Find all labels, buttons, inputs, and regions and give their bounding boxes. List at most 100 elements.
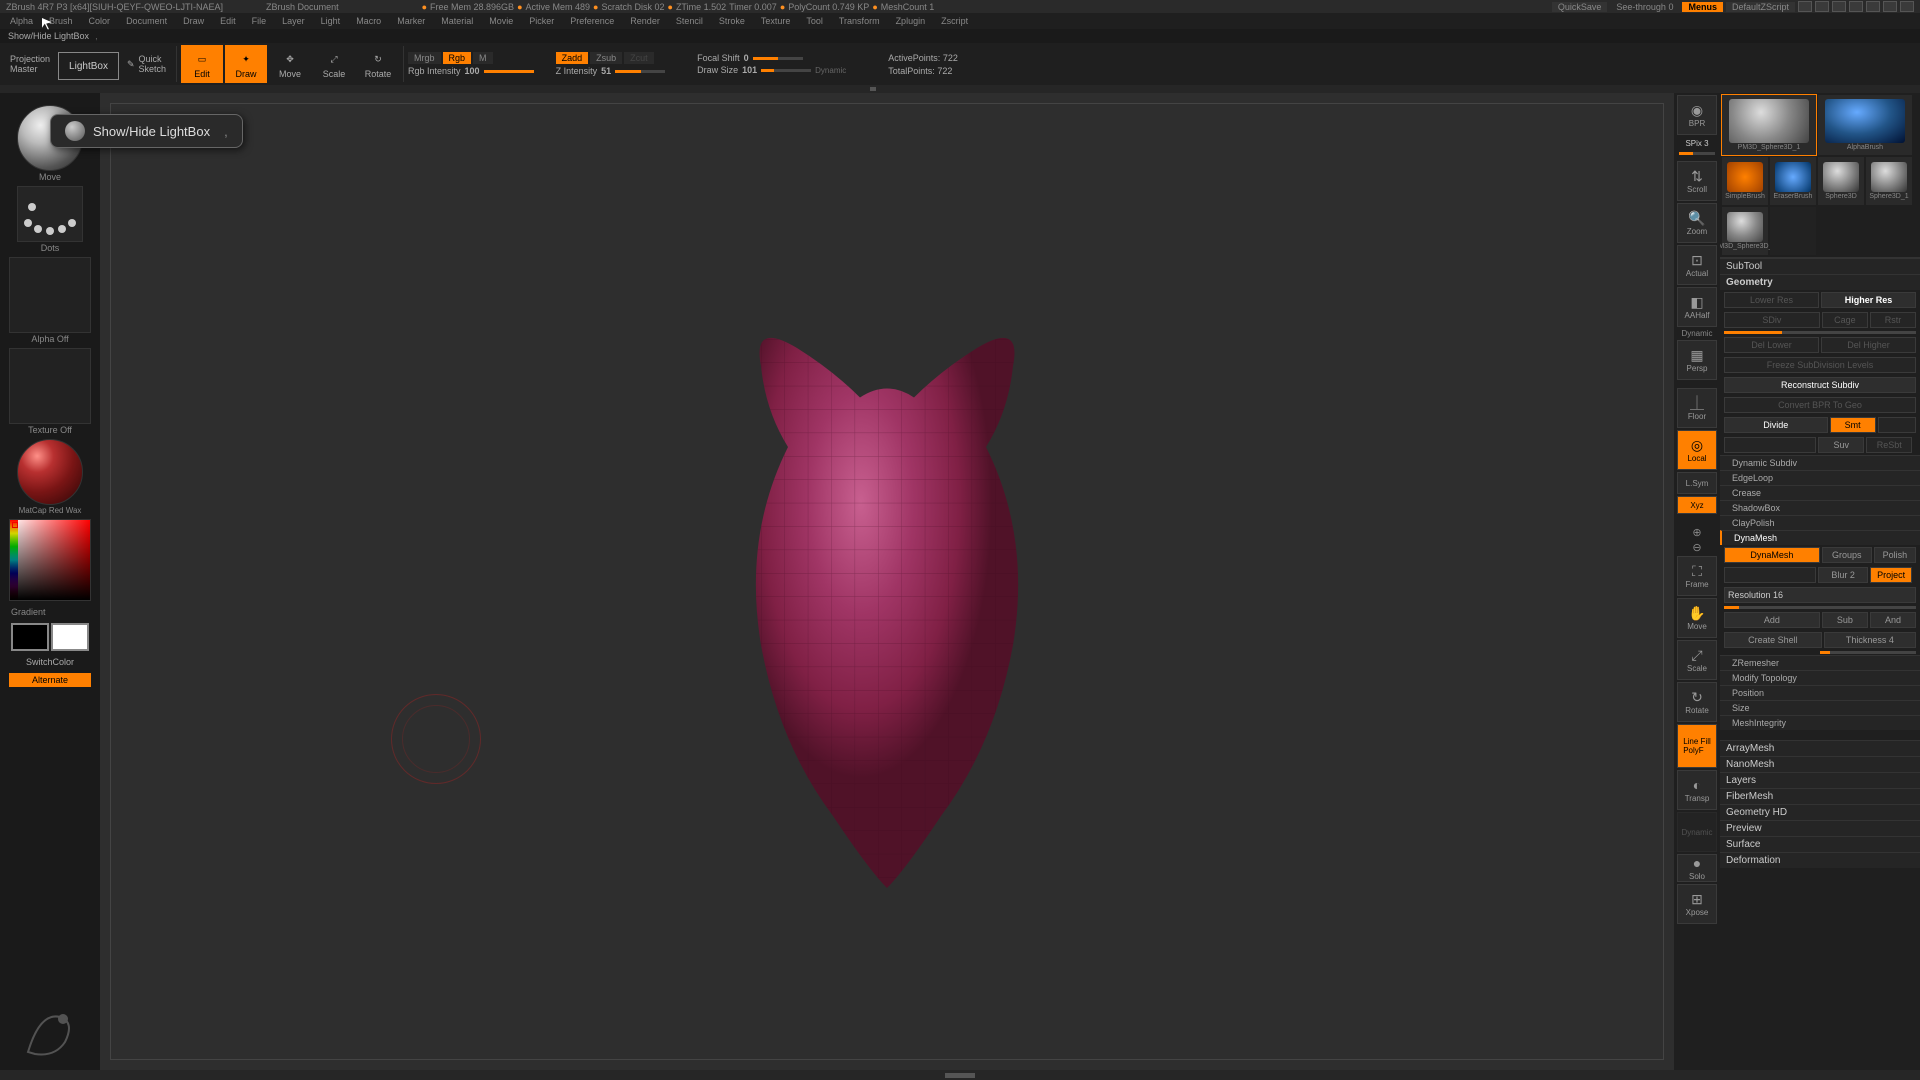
menu-stencil[interactable]: Stencil: [670, 16, 709, 26]
zadd-button[interactable]: Zadd: [556, 52, 589, 64]
texture-slot[interactable]: Texture Off: [8, 348, 92, 435]
menu-layer[interactable]: Layer: [276, 16, 311, 26]
section-subtool[interactable]: SubTool: [1720, 258, 1920, 274]
section-edgeloop[interactable]: EdgeLoop: [1720, 470, 1920, 485]
win-btn-1[interactable]: [1798, 1, 1812, 12]
tool-item-current[interactable]: PM3D_Sphere3D_1: [1722, 95, 1816, 155]
actual-button[interactable]: ⊡Actual: [1677, 245, 1717, 285]
menu-light[interactable]: Light: [315, 16, 347, 26]
bpr-button[interactable]: ◉BPR: [1677, 95, 1717, 135]
color-picker[interactable]: [8, 519, 92, 601]
menu-document[interactable]: Document: [120, 16, 173, 26]
alternate-button[interactable]: Alternate: [9, 673, 91, 687]
scale-button[interactable]: ⤢Scale: [313, 45, 355, 83]
smt-button[interactable]: Smt: [1830, 417, 1876, 433]
window-close[interactable]: [1900, 1, 1914, 12]
quicksketch-button[interactable]: ✎ Quick Sketch: [121, 45, 172, 83]
move-nav-button[interactable]: ✋Move: [1677, 598, 1717, 638]
menu-stroke[interactable]: Stroke: [713, 16, 751, 26]
transp-button[interactable]: ◐Transp: [1677, 770, 1717, 810]
move-button[interactable]: ✥Move: [269, 45, 311, 83]
polish-button[interactable]: Polish: [1874, 547, 1916, 563]
win-btn-4[interactable]: [1849, 1, 1863, 12]
edit-button[interactable]: ▭Edit: [181, 45, 223, 83]
freeze-button[interactable]: Freeze SubDivision Levels: [1724, 357, 1916, 373]
section-dynsubdiv[interactable]: Dynamic Subdiv: [1720, 455, 1920, 470]
lowerres-button[interactable]: Lower Res: [1724, 292, 1819, 308]
section-arraymesh[interactable]: ArrayMesh: [1720, 740, 1920, 756]
window-max[interactable]: [1883, 1, 1897, 12]
add-button[interactable]: Add: [1724, 612, 1820, 628]
rotate-nav-button[interactable]: ↻Rotate: [1677, 682, 1717, 722]
menu-edit[interactable]: Edit: [214, 16, 242, 26]
section-claypolish[interactable]: ClayPolish: [1720, 515, 1920, 530]
win-btn-2[interactable]: [1815, 1, 1829, 12]
section-surface[interactable]: Surface: [1720, 836, 1920, 852]
rotate-button[interactable]: ↻Rotate: [357, 45, 399, 83]
tool-item[interactable]: Sphere3D: [1818, 157, 1864, 205]
focal-shift-slider[interactable]: Focal Shift 0: [697, 53, 846, 63]
menu-marker[interactable]: Marker: [391, 16, 431, 26]
frame-button[interactable]: ⛶Frame: [1677, 556, 1717, 596]
viewport[interactable]: [110, 103, 1664, 1060]
bottom-bar[interactable]: [0, 1070, 1920, 1080]
local-button[interactable]: ◎Local: [1677, 430, 1717, 470]
floor-button[interactable]: ⏊Floor: [1677, 388, 1717, 428]
cage-button[interactable]: Cage: [1822, 312, 1868, 328]
menu-material[interactable]: Material: [435, 16, 479, 26]
menu-picker[interactable]: Picker: [523, 16, 560, 26]
section-preview[interactable]: Preview: [1720, 820, 1920, 836]
suv-button[interactable]: Suv: [1818, 437, 1864, 453]
section-nanomesh[interactable]: NanoMesh: [1720, 756, 1920, 772]
draw-size-slider[interactable]: Draw Size 101 Dynamic: [697, 65, 846, 75]
m-button[interactable]: M: [473, 52, 493, 64]
polyf-button[interactable]: Line Fill PolyF: [1677, 724, 1717, 768]
menu-tool[interactable]: Tool: [800, 16, 829, 26]
section-meshint[interactable]: MeshIntegrity: [1720, 715, 1920, 730]
tool-item-empty[interactable]: [1770, 207, 1816, 255]
project-button[interactable]: Project: [1870, 567, 1912, 583]
resolution-slider[interactable]: Resolution 16: [1724, 587, 1916, 603]
stroke-preview[interactable]: Dots: [8, 186, 92, 253]
rgb-button[interactable]: Rgb: [443, 52, 472, 64]
z-intensity-slider[interactable]: Z Intensity 51: [556, 66, 666, 76]
convert-button[interactable]: Convert BPR To Geo: [1724, 397, 1916, 413]
blur-slider[interactable]: Blur 2: [1818, 567, 1868, 583]
reconstruct-button[interactable]: Reconstruct Subdiv: [1724, 377, 1916, 393]
draw-button[interactable]: ✦Draw: [225, 45, 267, 83]
section-dynamesh[interactable]: DynaMesh: [1720, 530, 1920, 545]
menu-transform[interactable]: Transform: [833, 16, 886, 26]
projection-master-button[interactable]: Projection Master: [4, 45, 56, 83]
menu-movie[interactable]: Movie: [483, 16, 519, 26]
section-geometry[interactable]: Geometry: [1720, 274, 1920, 290]
tool-item[interactable]: Sphere3D_1: [1866, 157, 1912, 205]
section-layers[interactable]: Layers: [1720, 772, 1920, 788]
persp-button[interactable]: ▦Persp: [1677, 340, 1717, 380]
material-slot[interactable]: MatCap Red Wax: [8, 439, 92, 515]
zoom-in-icon[interactable]: ⊕: [1692, 526, 1701, 539]
tool-item[interactable]: PM3D_Sphere3D_1: [1722, 207, 1768, 255]
quicksave-button[interactable]: QuickSave: [1552, 2, 1608, 12]
menus-toggle[interactable]: Menus: [1682, 2, 1723, 12]
xpose-button[interactable]: ⊞Xpose: [1677, 884, 1717, 924]
menu-zplugin[interactable]: Zplugin: [890, 16, 932, 26]
zoom-button[interactable]: 🔍Zoom: [1677, 203, 1717, 243]
section-geohd[interactable]: Geometry HD: [1720, 804, 1920, 820]
menu-macro[interactable]: Macro: [350, 16, 387, 26]
section-zremesher[interactable]: ZRemesher: [1720, 655, 1920, 670]
dynamesh-button[interactable]: DynaMesh: [1724, 547, 1820, 563]
thickness-slider[interactable]: Thickness 4: [1824, 632, 1916, 648]
solo-button[interactable]: ●Solo: [1677, 854, 1717, 882]
rgb-intensity-slider[interactable]: Rgb Intensity 100: [408, 66, 534, 76]
lightbox-button[interactable]: LightBox: [58, 52, 119, 80]
zoom-out-icon[interactable]: ⊖: [1692, 541, 1701, 554]
mrgb-button[interactable]: Mrgb: [408, 52, 441, 64]
menu-texture[interactable]: Texture: [755, 16, 797, 26]
menu-zscript[interactable]: Zscript: [935, 16, 974, 26]
zsub-button[interactable]: Zsub: [590, 52, 622, 64]
win-btn-3[interactable]: [1832, 1, 1846, 12]
createshell-button[interactable]: Create Shell: [1724, 632, 1822, 648]
gradient-label[interactable]: Gradient: [9, 605, 91, 619]
menu-render[interactable]: Render: [624, 16, 666, 26]
tool-item[interactable]: EraserBrush: [1770, 157, 1816, 205]
